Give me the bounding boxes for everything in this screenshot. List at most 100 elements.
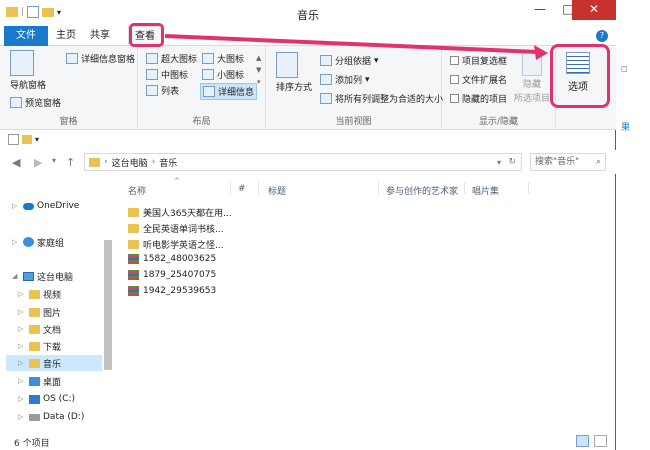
- folder-icon: [29, 289, 40, 299]
- hide-selected-button[interactable]: 隐藏 所选项目: [514, 52, 550, 104]
- show-hide-group-label: 显示/隐藏: [478, 117, 519, 127]
- nav-item-drive-c[interactable]: ▷ OS (C:): [18, 391, 75, 407]
- breadcrumb-music[interactable]: 音乐: [159, 156, 177, 169]
- item-checkboxes-toggle[interactable]: 项目复选框: [450, 54, 507, 67]
- file-extensions-toggle[interactable]: 文件扩展名: [450, 73, 507, 86]
- column-header-artist[interactable]: 参与创作的艺术家: [386, 184, 458, 197]
- nav-item-pictures[interactable]: ▷ 图片: [18, 304, 61, 320]
- size-all-label: 将所有列调整为合适的大小: [335, 95, 444, 105]
- folder-icon: [128, 240, 139, 249]
- preview-pane-button[interactable]: 预览窗格: [10, 96, 61, 109]
- layout-list[interactable]: 列表: [146, 84, 179, 97]
- layout-scroll[interactable]: ▲ ▼ ▾: [256, 54, 261, 86]
- column-separator[interactable]: [464, 182, 465, 194]
- list-item[interactable]: 全民英语单词书核...: [128, 222, 224, 235]
- column-separator[interactable]: [378, 182, 379, 194]
- details-pane-button[interactable]: 详细信息窗格: [66, 52, 135, 65]
- refresh-icon[interactable]: ↻: [508, 157, 516, 167]
- nav-item-videos[interactable]: ▷ 视频: [18, 286, 61, 302]
- column-header-album[interactable]: 唱片集: [472, 184, 499, 197]
- column-header-name[interactable]: 名称: [128, 184, 146, 197]
- scroll-up-icon: ▲: [256, 54, 262, 62]
- breadcrumb-separator-icon[interactable]: ›: [152, 157, 156, 167]
- nav-item-homegroup[interactable]: ▷ 家庭组: [12, 234, 64, 250]
- tab-share[interactable]: 共享: [84, 26, 116, 46]
- nav-item-this-pc[interactable]: ◢ 这台电脑: [12, 268, 73, 284]
- layout-medium[interactable]: 中图标: [146, 68, 188, 81]
- nav-item-music[interactable]: ▷ 音乐: [6, 355, 102, 371]
- search-input[interactable]: 搜索"音乐" ⌕: [530, 153, 606, 171]
- archive-icon: [128, 286, 139, 296]
- window-title: 音乐: [297, 9, 319, 22]
- layout-small[interactable]: 小图标: [202, 68, 244, 81]
- close-button[interactable]: ✕: [572, 0, 616, 20]
- hidden-items-checkbox[interactable]: [450, 94, 459, 103]
- address-bar[interactable]: › 这台电脑 › 音乐 ▾ ↻: [84, 153, 522, 171]
- properties-small-icon[interactable]: [8, 134, 19, 145]
- layout-list-label: 列表: [161, 87, 180, 97]
- column-separator[interactable]: [528, 182, 529, 194]
- layout-large[interactable]: 大图标: [202, 52, 244, 65]
- column-separator[interactable]: [230, 182, 231, 194]
- nav-scrollbar[interactable]: [104, 240, 112, 370]
- nav-item-desktop[interactable]: ▷ 桌面: [18, 373, 61, 389]
- add-columns-button[interactable]: 添加列 ▾: [320, 73, 370, 86]
- address-dropdown-icon[interactable]: ▾: [497, 158, 501, 167]
- sort-by-button[interactable]: 排序方式: [276, 52, 312, 93]
- nav-item-documents[interactable]: ▷ 文档: [18, 321, 61, 337]
- group-by-button[interactable]: 分组依据 ▾: [320, 54, 379, 67]
- list-item[interactable]: 美国人365天都在用...: [128, 206, 232, 219]
- toolbar-dropdown-icon[interactable]: ▾: [35, 135, 39, 144]
- list-item[interactable]: 听电影学英语之怪...: [128, 238, 224, 251]
- layout-extra-large[interactable]: 超大图标: [146, 52, 197, 65]
- nav-label: 文档: [43, 325, 62, 336]
- folder-small-icon[interactable]: [22, 135, 32, 144]
- column-header-number[interactable]: #: [238, 184, 246, 194]
- hide-selected-label: 所选项目: [514, 94, 551, 104]
- secondary-toolbar: ▾: [8, 134, 39, 145]
- large-icon: [202, 53, 214, 64]
- list-item[interactable]: 1942_29539653: [128, 286, 216, 296]
- minimize-button[interactable]: —: [526, 0, 554, 20]
- column-separator[interactable]: [258, 182, 259, 194]
- details-view-icon[interactable]: [576, 435, 589, 447]
- size-all-columns-button[interactable]: 将所有列调整为合适的大小: [320, 92, 443, 105]
- expand-arrow-icon[interactable]: ▷: [18, 377, 26, 385]
- back-icon[interactable]: ◀: [12, 156, 20, 169]
- tab-home[interactable]: 主页: [50, 26, 82, 46]
- large-icons-view-icon[interactable]: [594, 435, 607, 447]
- column-header-title[interactable]: 标题: [268, 184, 286, 197]
- status-bar: 6 个项目: [0, 433, 616, 450]
- help-icon[interactable]: ?: [596, 30, 608, 42]
- tab-file[interactable]: 文件: [4, 26, 48, 46]
- current-view-group: 排序方式 分组依据 ▾ 添加列 ▾ 将所有列调整为合适的大小 当前视图: [266, 46, 443, 130]
- recent-dropdown-icon[interactable]: ▾: [52, 156, 56, 165]
- expand-arrow-icon[interactable]: ▷: [18, 359, 26, 367]
- expand-arrow-icon[interactable]: ▷: [18, 413, 26, 421]
- up-icon[interactable]: ↑: [66, 156, 75, 169]
- nav-pane-button[interactable]: 导航窗格: [10, 50, 46, 91]
- list-item[interactable]: 1879_25407075: [128, 270, 216, 280]
- file-extensions-checkbox[interactable]: [450, 75, 459, 84]
- expand-arrow-icon[interactable]: ▷: [18, 395, 26, 403]
- background-window: ◻ 果: [617, 0, 650, 450]
- expand-arrow-icon[interactable]: ▷: [18, 308, 26, 316]
- nav-item-onedrive[interactable]: ▷ OneDrive: [12, 198, 79, 214]
- expand-arrow-icon[interactable]: ▷: [18, 342, 26, 350]
- current-view-group-label: 当前视图: [335, 117, 372, 127]
- layout-details[interactable]: 详细信息: [200, 83, 258, 100]
- list-item[interactable]: 1582_48003625: [128, 254, 216, 264]
- breadcrumb-separator-icon[interactable]: ›: [104, 157, 108, 167]
- collapse-arrow-icon[interactable]: ◢: [12, 272, 20, 280]
- item-checkboxes-checkbox[interactable]: [450, 56, 459, 65]
- expand-arrow-icon[interactable]: ▷: [18, 325, 26, 333]
- expand-arrow-icon[interactable]: ▷: [12, 202, 20, 210]
- forward-icon[interactable]: ▶: [34, 156, 42, 169]
- expand-arrow-icon[interactable]: ▷: [18, 290, 26, 298]
- nav-item-drive-d[interactable]: ▷ Data (D:): [18, 409, 84, 425]
- hidden-items-toggle[interactable]: 隐藏的项目: [450, 92, 507, 105]
- nav-item-downloads[interactable]: ▷ 下载: [18, 338, 61, 354]
- expand-arrow-icon[interactable]: ▷: [12, 238, 20, 246]
- expand-icon: ▾: [256, 78, 261, 86]
- breadcrumb-this-pc[interactable]: 这台电脑: [112, 156, 148, 169]
